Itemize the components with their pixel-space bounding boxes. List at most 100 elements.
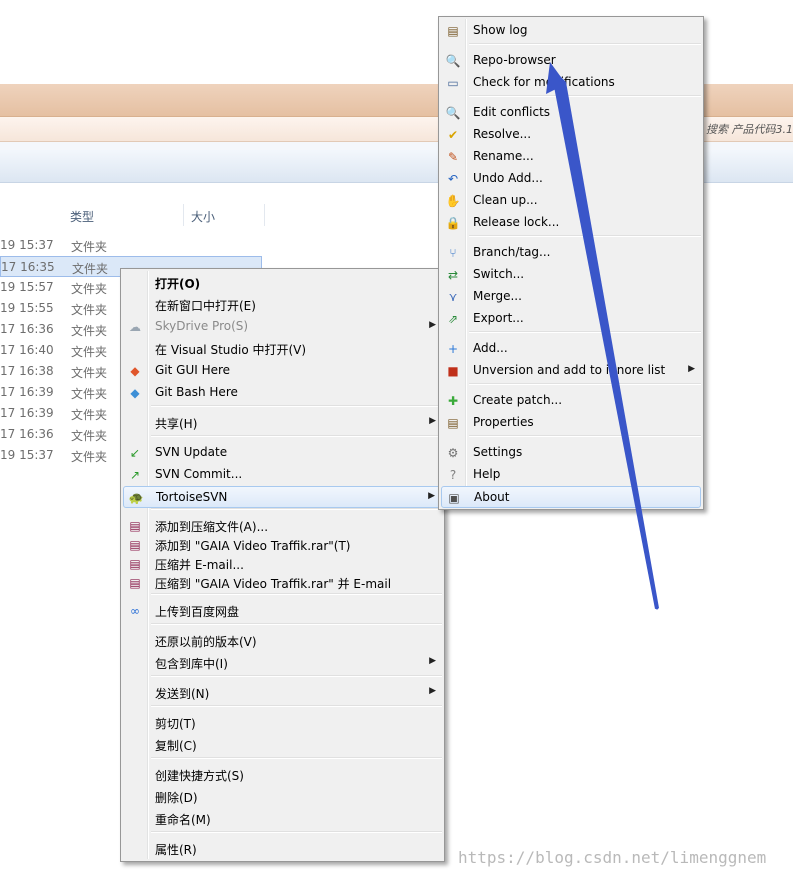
- properties-icon: ▤: [447, 416, 459, 430]
- menu-item-label: 添加到压缩文件(A)...: [155, 520, 269, 534]
- git-bash-icon: ◆: [130, 386, 140, 400]
- context-menu-item[interactable]: 🐢 TortoiseSVN ▶: [123, 486, 442, 508]
- menu-separator: [151, 831, 442, 833]
- file-type: 文件夹: [71, 408, 108, 422]
- svn-submenu-item[interactable]: ■ Unversion and add to ignore list ▶: [441, 360, 701, 382]
- svn-submenu-item[interactable]: 🔍 Edit conflicts: [441, 102, 701, 124]
- column-divider[interactable]: [264, 204, 265, 226]
- context-menu-item[interactable]: 在新窗口中打开(E): [123, 294, 442, 316]
- menu-item-label: 重命名(M): [155, 813, 211, 827]
- svn-submenu-item[interactable]: ▣ About: [441, 486, 701, 508]
- column-header-size[interactable]: 大小: [191, 208, 215, 225]
- file-date-modified: 17 16:39: [0, 385, 54, 399]
- svn-submenu-item[interactable]: ✔ Resolve...: [441, 124, 701, 146]
- git-gui-icon: ◆: [130, 364, 140, 378]
- menu-separator: [469, 383, 701, 385]
- context-menu-item[interactable]: ◆ Git Bash Here: [123, 382, 442, 404]
- menu-item-label: Check for modifications: [473, 75, 615, 89]
- context-menu-item[interactable]: 重命名(M): [123, 808, 442, 830]
- svn-submenu-item[interactable]: + Add...: [441, 338, 701, 360]
- context-menu-item[interactable]: ↗ SVN Commit...: [123, 464, 442, 486]
- context-menu-item[interactable]: 共享(H) ▶: [123, 412, 442, 434]
- resolve-icon: ✔: [447, 128, 459, 142]
- menu-item-label: Repo-browser: [473, 53, 556, 67]
- context-menu-item[interactable]: ↙ SVN Update: [123, 442, 442, 464]
- context-menu-item[interactable]: 创建快捷方式(S): [123, 764, 442, 786]
- svn-submenu-item[interactable]: ✎ Rename...: [441, 146, 701, 168]
- svn-submenu-item[interactable]: ▤ Show log: [441, 20, 701, 42]
- menu-separator: [151, 508, 442, 510]
- svn-submenu-item[interactable]: ? Help: [441, 464, 701, 486]
- menu-separator: [151, 435, 442, 437]
- menu-item-label: Resolve...: [473, 127, 532, 141]
- switch-icon: ⇄: [447, 268, 459, 282]
- submenu-arrow-icon: ▶: [429, 686, 436, 696]
- menu-separator: [151, 757, 442, 759]
- svn-submenu-item[interactable]: ⋎ Merge...: [441, 286, 701, 308]
- svn-submenu-item[interactable]: ⇄ Switch...: [441, 264, 701, 286]
- cloud-icon: ☁: [129, 320, 141, 334]
- winrar-icon: ▤: [129, 519, 141, 533]
- svn-submenu-item[interactable]: 🔒 Release lock...: [441, 212, 701, 234]
- menu-separator: [151, 593, 442, 595]
- context-menu: 打开(O) 在新窗口中打开(E) ☁ SkyDrive Pro(S) ▶ 在 Visual…: [120, 268, 445, 862]
- patch-icon: ✚: [447, 394, 459, 408]
- svn-submenu-item[interactable]: ✚ Create patch...: [441, 390, 701, 412]
- svn-submenu-item[interactable]: ✋ Clean up...: [441, 190, 701, 212]
- menu-item-label: 压缩到 "GAIA Video Traffik.rar" 并 E-mail: [155, 577, 392, 591]
- svn-submenu-item[interactable]: ⑂ Branch/tag...: [441, 242, 701, 264]
- context-menu-item[interactable]: 剪切(T): [123, 712, 442, 734]
- context-menu-item[interactable]: ▤ 压缩到 "GAIA Video Traffik.rar" 并 E-mail: [123, 572, 442, 594]
- menu-item-label: 删除(D): [155, 791, 198, 805]
- context-menu-item[interactable]: 包含到库中(I) ▶: [123, 652, 442, 674]
- file-list-header: 类型 大小: [0, 204, 270, 226]
- context-menu-item[interactable]: ∞ 上传到百度网盘: [123, 600, 442, 622]
- menu-separator: [469, 43, 701, 45]
- context-menu-item[interactable]: 打开(O): [123, 272, 442, 294]
- submenu-arrow-icon: ▶: [688, 364, 695, 374]
- menu-item-label: 复制(C): [155, 739, 197, 753]
- svn-submenu-item[interactable]: ▭ Check for modifications: [441, 72, 701, 94]
- menu-item-label: Branch/tag...: [473, 245, 551, 259]
- context-menu-item[interactable]: 删除(D): [123, 786, 442, 808]
- menu-item-label: 包含到库中(I): [155, 657, 228, 671]
- context-menu-item[interactable]: ◆ Git GUI Here: [123, 360, 442, 382]
- context-menu-item[interactable]: 在 Visual Studio 中打开(V): [123, 338, 442, 360]
- menu-item-label: Merge...: [473, 289, 522, 303]
- menu-item-label: Settings: [473, 445, 523, 459]
- help-icon: ?: [449, 468, 457, 482]
- file-date-modified: 17 16:35: [1, 260, 55, 274]
- merge-icon: ⋎: [448, 290, 458, 304]
- search-input[interactable]: 搜索 产品代码3.1: [706, 121, 793, 137]
- file-date-modified: 19 15:37: [0, 448, 54, 462]
- file-date-modified: 17 16:36: [0, 322, 54, 336]
- svn-submenu-item[interactable]: ▤ Properties: [441, 412, 701, 434]
- menu-item-label: Edit conflicts: [473, 105, 551, 119]
- svn-submenu-item[interactable]: ⚙ Settings: [441, 442, 701, 464]
- svn-submenu-item[interactable]: 🔍 Repo-browser: [441, 50, 701, 72]
- menu-item-label: 属性(R): [155, 843, 197, 857]
- menu-item-label: Clean up...: [473, 193, 538, 207]
- file-row[interactable]: 19 15:37 文件夹: [0, 235, 262, 256]
- column-divider[interactable]: [183, 204, 184, 226]
- svn-submenu-item[interactable]: ↶ Undo Add...: [441, 168, 701, 190]
- menu-item-label: Create patch...: [473, 393, 563, 407]
- context-menu-item[interactable]: 发送到(N) ▶: [123, 682, 442, 704]
- context-menu-item[interactable]: ☁ SkyDrive Pro(S) ▶: [123, 316, 442, 338]
- lock-icon: 🔒: [445, 216, 461, 230]
- menu-item-label: Show log: [473, 23, 528, 37]
- menu-separator: [151, 675, 442, 677]
- menu-separator: [151, 623, 442, 625]
- svn-submenu-item[interactable]: ⇗ Export...: [441, 308, 701, 330]
- context-menu-item[interactable]: 还原以前的版本(V): [123, 630, 442, 652]
- menu-item-label: TortoiseSVN: [156, 490, 228, 504]
- menu-item-label: Help: [473, 467, 501, 481]
- menu-item-label: 在新窗口中打开(E): [155, 299, 256, 313]
- column-header-type[interactable]: 类型: [70, 208, 94, 225]
- export-icon: ⇗: [447, 312, 459, 326]
- file-type: 文件夹: [71, 387, 108, 401]
- context-menu-item[interactable]: 属性(R): [123, 838, 442, 860]
- menu-item-label: 剪切(T): [155, 717, 196, 731]
- menu-item-label: 压缩并 E-mail...: [155, 558, 244, 572]
- context-menu-item[interactable]: 复制(C): [123, 734, 442, 756]
